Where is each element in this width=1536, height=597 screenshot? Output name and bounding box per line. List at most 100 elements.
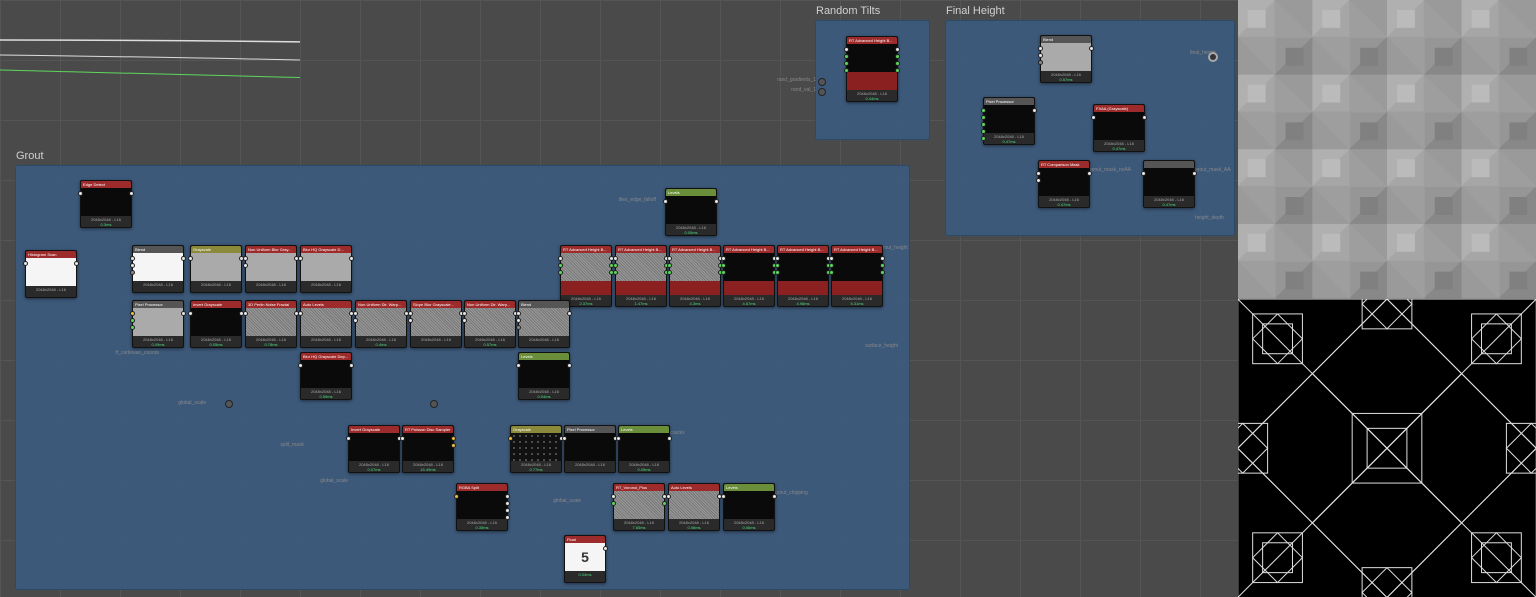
node-grayscale[interactable]: Grayscale 2048x2048 - L16 xyxy=(190,245,242,293)
label-grout-mask-noaa: grout_mask_noAA xyxy=(1090,167,1131,173)
node-rt-comparison-mask[interactable]: RT Comparison Mask 2048x2048 - L160.47ms xyxy=(1038,160,1090,208)
node-title: Blur HQ Grayscale Dep... xyxy=(301,353,351,360)
node-footer: 2048x2048 - L160.3ms xyxy=(81,216,131,227)
node-auto-levels[interactable]: Auto Levels 2048x2048 - L16 xyxy=(300,300,352,348)
node-footer: 2048x2048 - L164.67ms xyxy=(724,295,774,306)
node-non-uniform-blur[interactable]: Non Uniform Blur Gray... 2048x2048 - L16 xyxy=(245,245,297,293)
node-params xyxy=(724,281,774,295)
node-output[interactable]: 2048x2048 - L160.47ms xyxy=(1143,160,1195,208)
node-thumbnail xyxy=(403,433,453,461)
node-thumbnail xyxy=(519,360,569,388)
node-thumbnail xyxy=(81,188,131,216)
relay-dot[interactable] xyxy=(818,88,826,96)
node-thumbnail xyxy=(619,433,669,461)
label-global-scale: global_scale xyxy=(178,400,206,406)
node-footer: 2048x2048 - L160.47ms xyxy=(1094,140,1144,151)
node-slope-blur[interactable]: Slope Blur Grayscale... 2048x2048 - L16 xyxy=(410,300,462,348)
node-thumbnail xyxy=(666,196,716,224)
node-pixel-processor[interactable]: Pixel Processor 2048x2048 - L16 xyxy=(564,425,616,473)
node-histogram-scan[interactable]: Histogram Scan 2048x2048 - L16 xyxy=(25,250,77,298)
node-invert-grayscale[interactable]: Invert Grayscale 2048x2048 - L160.05ms xyxy=(190,300,242,348)
node-blend[interactable]: Blend 2048x2048 - L160.57ms xyxy=(1040,35,1092,83)
node-pixel-processor[interactable]: Pixel Processor 2048x2048 - L160.09ms xyxy=(132,300,184,348)
preview-panel xyxy=(1238,0,1536,597)
node-thumbnail xyxy=(832,253,882,281)
node-title: Blend xyxy=(133,246,183,253)
node-footer: 2048x2048 - L160.4ms xyxy=(356,336,406,347)
node-blend[interactable]: Blend 2048x2048 - L16 xyxy=(132,245,184,293)
node-pixel-processor[interactable]: Pixel Processor 2048x2048 - L160.47ms xyxy=(983,97,1035,145)
node-footer: 2048x2048 - L164.98ms xyxy=(778,295,828,306)
node-footer: 2048x2048 - L160.05ms xyxy=(191,336,241,347)
node-grayscale[interactable]: Grayscale 2048x2048 - L160.77ms xyxy=(510,425,562,473)
frame-title: Random Tilts xyxy=(816,5,880,17)
node-levels[interactable]: Levels 2048x2048 - L160.05ms xyxy=(665,188,717,236)
node-fxaa-grayscale[interactable]: FXAA (Grayscale) 2048x2048 - L160.47ms xyxy=(1093,104,1145,152)
node-rt-advanced-height-blend[interactable]: RT Advanced Height B... 2048x2048 - L162… xyxy=(560,245,612,307)
node-footer: 2048x2048 - L16 xyxy=(191,281,241,292)
node-title: Slope Blur Grayscale... xyxy=(411,301,461,308)
node-thumbnail xyxy=(457,491,507,519)
node-footer: 2048x2048 - L16 xyxy=(246,281,296,292)
node-edge-detect[interactable]: Edge Detect 2048x2048 - L160.3ms xyxy=(80,180,132,228)
preview-heightmap[interactable] xyxy=(1238,0,1536,299)
node-title: RT Advanced Height B... xyxy=(670,246,720,253)
node-thumbnail xyxy=(191,308,241,336)
node-rt-poisson-disc-sampler[interactable]: RT Poisson Disc Sampler 2048x2048 - L161… xyxy=(402,425,454,473)
node-rt-advanced-height-blend[interactable]: RT Advanced Height B... 2048x2048 - L161… xyxy=(615,245,667,307)
relay-dot[interactable] xyxy=(818,78,826,86)
node-rgba-split[interactable]: RGBA Split 2048x2048 - L160.35ms xyxy=(456,483,508,531)
node-levels[interactable]: Levels 2048x2048 - L160.06ms xyxy=(723,483,775,531)
node-params xyxy=(832,281,882,295)
output-pin[interactable] xyxy=(1208,52,1218,62)
relay-dot[interactable] xyxy=(225,400,233,408)
node-auto-levels[interactable]: Auto Levels 2048x2048 - L160.06ms xyxy=(668,483,720,531)
node-title: Grayscale xyxy=(191,246,241,253)
node-levels[interactable]: Levels 2048x2048 - L160.05ms xyxy=(618,425,670,473)
node-rt-advanced-height-blend[interactable]: RT Advanced Height B... 2048x2048 - L165… xyxy=(831,245,883,307)
node-params xyxy=(561,281,611,295)
node-rt-voronoi-plus[interactable]: RT_Voronoi_Plus 2048x2048 - L167.65ms xyxy=(613,483,665,531)
node-thumbnail xyxy=(616,253,666,281)
node-levels[interactable]: Levels 2048x2048 - L160.04ms xyxy=(518,352,570,400)
label-tiles-edge-falloff: tiles_edge_falloff xyxy=(619,197,656,203)
node-thumbnail xyxy=(561,253,611,281)
node-rt-advanced-height-blend[interactable]: RT Advanced Height B... 2048x2048 - L160… xyxy=(846,36,898,102)
node-title: Levels xyxy=(666,189,716,196)
node-blur-hq[interactable]: Blur HQ Grayscale D... 2048x2048 - L16 xyxy=(300,245,352,293)
label-surface-height: surface_height xyxy=(865,343,898,349)
node-thumbnail xyxy=(724,491,774,519)
node-footer: 2048x2048 - L16 xyxy=(26,286,76,297)
node-thumbnail xyxy=(724,253,774,281)
node-footer: 2048x2048 - L160.05ms xyxy=(619,461,669,472)
preview-grout-mask[interactable] xyxy=(1238,299,1536,597)
node-title: Auto Levels xyxy=(301,301,351,308)
node-title: Invert Grayscale xyxy=(349,426,399,433)
node-rt-advanced-height-blend[interactable]: RT Advanced Height B... 2048x2048 - L164… xyxy=(723,245,775,307)
node-footer: 2048x2048 - L160.04ms xyxy=(519,388,569,399)
node-footer: 2048x2048 - L160.77ms xyxy=(511,461,561,472)
node-blur-hq-grayscale[interactable]: Blur HQ Grayscale Dep... 2048x2048 - L16… xyxy=(300,352,352,400)
node-footer: 2048x2048 - L16 xyxy=(565,461,615,472)
node-thumbnail xyxy=(301,253,351,281)
frame-title: Grout xyxy=(16,150,44,162)
node-blend[interactable]: Blend 2048x2048 - L16 xyxy=(518,300,570,348)
node-footer: 2048x2048 - L16 xyxy=(411,336,461,347)
relay-dot[interactable] xyxy=(430,400,438,408)
node-footer: 2048x2048 - L160.47ms xyxy=(984,133,1034,144)
node-invert-grayscale[interactable]: Invert Grayscale 2048x2048 - L160.07ms xyxy=(348,425,400,473)
node-non-uniform-dir-warp[interactable]: Non Uniform Dir. Warp... 2048x2048 - L16… xyxy=(464,300,516,348)
node-rt-advanced-height-blend[interactable]: RT Advanced Height B... 2048x2048 - L164… xyxy=(669,245,721,307)
node-footer: 2048x2048 - L160.05ms xyxy=(666,224,716,235)
node-footer: 2048x2048 - L16 xyxy=(301,336,351,347)
node-3d-perlin-noise[interactable]: 3D Perlin Noise Fractal 2048x2048 - L160… xyxy=(245,300,297,348)
connection-wires xyxy=(0,0,300,150)
node-float[interactable]: Float 5 0.04ms xyxy=(564,535,606,583)
node-thumbnail xyxy=(1039,168,1089,196)
node-footer: 2048x2048 - L160.09ms xyxy=(133,336,183,347)
node-title: Levels xyxy=(619,426,669,433)
node-title: FXAA (Grayscale) xyxy=(1094,105,1144,112)
node-non-uniform-dir-warp[interactable]: Non Uniform Dir. Warp... 2048x2048 - L16… xyxy=(355,300,407,348)
node-rt-advanced-height-blend[interactable]: RT Advanced Height B... 2048x2048 - L164… xyxy=(777,245,829,307)
node-footer: 0.04ms xyxy=(565,571,605,582)
